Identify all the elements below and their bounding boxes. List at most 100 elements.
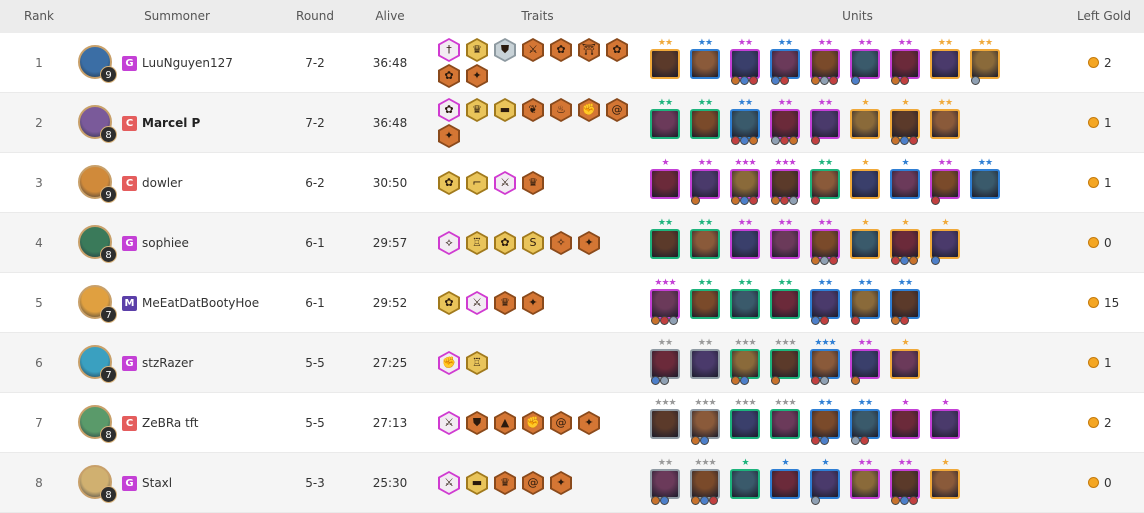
item-icon[interactable] bbox=[900, 136, 909, 145]
unit-champion[interactable]: ★★ bbox=[890, 458, 920, 510]
crown-trait-icon[interactable]: ♛ bbox=[466, 38, 488, 62]
item-icon[interactable] bbox=[860, 436, 869, 445]
item-icon[interactable] bbox=[891, 496, 900, 505]
item-icon[interactable] bbox=[789, 136, 798, 145]
item-icon[interactable] bbox=[691, 496, 700, 505]
unit-champion[interactable]: ★★ bbox=[850, 38, 880, 90]
unit-champion[interactable]: ★★ bbox=[970, 158, 1000, 210]
unit-champion[interactable]: ★★ bbox=[770, 98, 800, 150]
flame-trait-icon[interactable]: ♨ bbox=[550, 98, 572, 122]
item-icon[interactable] bbox=[811, 376, 820, 385]
table-row[interactable]: 8 8 G Staxl 5-3 25:30 ⚔ ▬ ♛ @ ✦ ★★ ★★★ ★ ★ ★ ★★ ★★… bbox=[0, 453, 1144, 513]
item-icon[interactable] bbox=[811, 136, 820, 145]
summoner-name-link[interactable]: ZeBRa tft bbox=[142, 393, 199, 453]
flower-trait-icon[interactable]: ✿ bbox=[494, 231, 516, 255]
unit-champion[interactable]: ★★ bbox=[890, 38, 920, 90]
item-icon[interactable] bbox=[851, 376, 860, 385]
item-icon[interactable] bbox=[660, 316, 669, 325]
unit-champion[interactable]: ★★ bbox=[650, 98, 680, 150]
item-icon[interactable] bbox=[811, 316, 820, 325]
item-icon[interactable] bbox=[789, 196, 798, 205]
header-alive[interactable]: Alive bbox=[365, 0, 415, 33]
shuriken-trait-icon[interactable]: ✦ bbox=[522, 291, 544, 315]
serpent-trait-icon[interactable]: S bbox=[522, 231, 544, 255]
unit-champion[interactable]: ★ bbox=[730, 458, 760, 510]
flower-trait-icon[interactable]: ✿ bbox=[550, 38, 572, 62]
unit-champion[interactable]: ★★ bbox=[930, 98, 960, 150]
item-icon[interactable] bbox=[900, 256, 909, 265]
unit-champion[interactable]: ★★ bbox=[650, 218, 680, 270]
unit-champion[interactable]: ★★ bbox=[930, 38, 960, 90]
boot-trait-icon[interactable]: ⌐ bbox=[466, 171, 488, 195]
fist-trait-icon[interactable]: ✊ bbox=[578, 98, 600, 122]
unit-champion[interactable]: ★ bbox=[650, 158, 680, 210]
unit-champion[interactable]: ★★ bbox=[810, 218, 840, 270]
item-icon[interactable] bbox=[820, 76, 829, 85]
unit-champion[interactable]: ★ bbox=[890, 398, 920, 450]
item-icon[interactable] bbox=[811, 196, 820, 205]
unit-champion[interactable]: ★★★ bbox=[770, 398, 800, 450]
item-icon[interactable] bbox=[749, 136, 758, 145]
item-icon[interactable] bbox=[771, 196, 780, 205]
unit-champion[interactable]: ★★ bbox=[850, 278, 880, 330]
unit-champion[interactable]: ★ bbox=[850, 98, 880, 150]
item-icon[interactable] bbox=[909, 496, 918, 505]
unit-champion[interactable]: ★★ bbox=[690, 98, 720, 150]
item-icon[interactable] bbox=[669, 316, 678, 325]
unit-champion[interactable]: ★★ bbox=[810, 398, 840, 450]
item-icon[interactable] bbox=[811, 436, 820, 445]
unit-champion[interactable]: ★★★ bbox=[730, 158, 760, 210]
item-icon[interactable] bbox=[891, 316, 900, 325]
item-icon[interactable] bbox=[740, 76, 749, 85]
unit-champion[interactable]: ★★★ bbox=[770, 158, 800, 210]
unit-champion[interactable]: ★★ bbox=[890, 278, 920, 330]
unit-champion[interactable]: ★★ bbox=[650, 338, 680, 390]
item-icon[interactable] bbox=[731, 136, 740, 145]
fist-trait-icon[interactable]: ✊ bbox=[438, 351, 460, 375]
item-icon[interactable] bbox=[731, 376, 740, 385]
shuriken-trait-icon[interactable]: ✦ bbox=[578, 411, 600, 435]
unit-champion[interactable]: ★★ bbox=[730, 278, 760, 330]
unit-champion[interactable]: ★★ bbox=[650, 38, 680, 90]
item-icon[interactable] bbox=[820, 256, 829, 265]
unit-champion[interactable]: ★★ bbox=[770, 218, 800, 270]
shield-trait-icon[interactable]: ⛊ bbox=[494, 38, 516, 62]
mountain-trait-icon[interactable]: ▲ bbox=[494, 411, 516, 435]
table-row[interactable]: 7 8 C ZeBRa tft 5-5 27:13 ⚔ ⛊ ▲ ✊ @ ✦ ★★★ ★★★ ★… bbox=[0, 393, 1144, 453]
item-icon[interactable] bbox=[891, 76, 900, 85]
unit-champion[interactable]: ★ bbox=[930, 458, 960, 510]
unit-champion[interactable]: ★★ bbox=[770, 38, 800, 90]
unit-champion[interactable]: ★★ bbox=[730, 38, 760, 90]
leaf-trait-icon[interactable]: ❦ bbox=[522, 98, 544, 122]
unit-champion[interactable]: ★ bbox=[890, 218, 920, 270]
item-icon[interactable] bbox=[851, 436, 860, 445]
unit-champion[interactable]: ★ bbox=[810, 458, 840, 510]
unit-champion[interactable]: ★★★ bbox=[650, 278, 680, 330]
swirl-trait-icon[interactable]: @ bbox=[606, 98, 628, 122]
item-icon[interactable] bbox=[900, 76, 909, 85]
swirl-trait-icon[interactable]: @ bbox=[522, 471, 544, 495]
crossed-swords-trait-icon[interactable]: ⚔ bbox=[438, 411, 460, 435]
item-icon[interactable] bbox=[851, 76, 860, 85]
unit-champion[interactable]: ★ bbox=[930, 398, 960, 450]
item-icon[interactable] bbox=[780, 136, 789, 145]
shuriken-trait-icon[interactable]: ✦ bbox=[578, 231, 600, 255]
item-icon[interactable] bbox=[731, 196, 740, 205]
anvil-trait-icon[interactable]: ▬ bbox=[494, 98, 516, 122]
flower-trait-icon[interactable]: ✿ bbox=[438, 98, 460, 122]
item-icon[interactable] bbox=[731, 76, 740, 85]
unit-champion[interactable]: ★★★ bbox=[690, 458, 720, 510]
item-icon[interactable] bbox=[900, 496, 909, 505]
unit-champion[interactable]: ★★★ bbox=[730, 398, 760, 450]
unit-champion[interactable]: ★★ bbox=[730, 218, 760, 270]
unit-champion[interactable]: ★★★ bbox=[690, 398, 720, 450]
sword-trait-icon[interactable]: ⚔ bbox=[494, 171, 516, 195]
table-row[interactable]: 5 7 M MeEatDatBootyHoe 6-1 29:52 ✿ ⚔ ♛ ✦ ★★… bbox=[0, 273, 1144, 333]
item-icon[interactable] bbox=[780, 76, 789, 85]
shuriken-trait-icon[interactable]: ✦ bbox=[466, 64, 488, 88]
dagger-trait-icon[interactable]: † bbox=[438, 38, 460, 62]
item-icon[interactable] bbox=[651, 316, 660, 325]
swirl-trait-icon[interactable]: @ bbox=[550, 411, 572, 435]
unit-champion[interactable]: ★★ bbox=[690, 38, 720, 90]
item-icon[interactable] bbox=[700, 496, 709, 505]
